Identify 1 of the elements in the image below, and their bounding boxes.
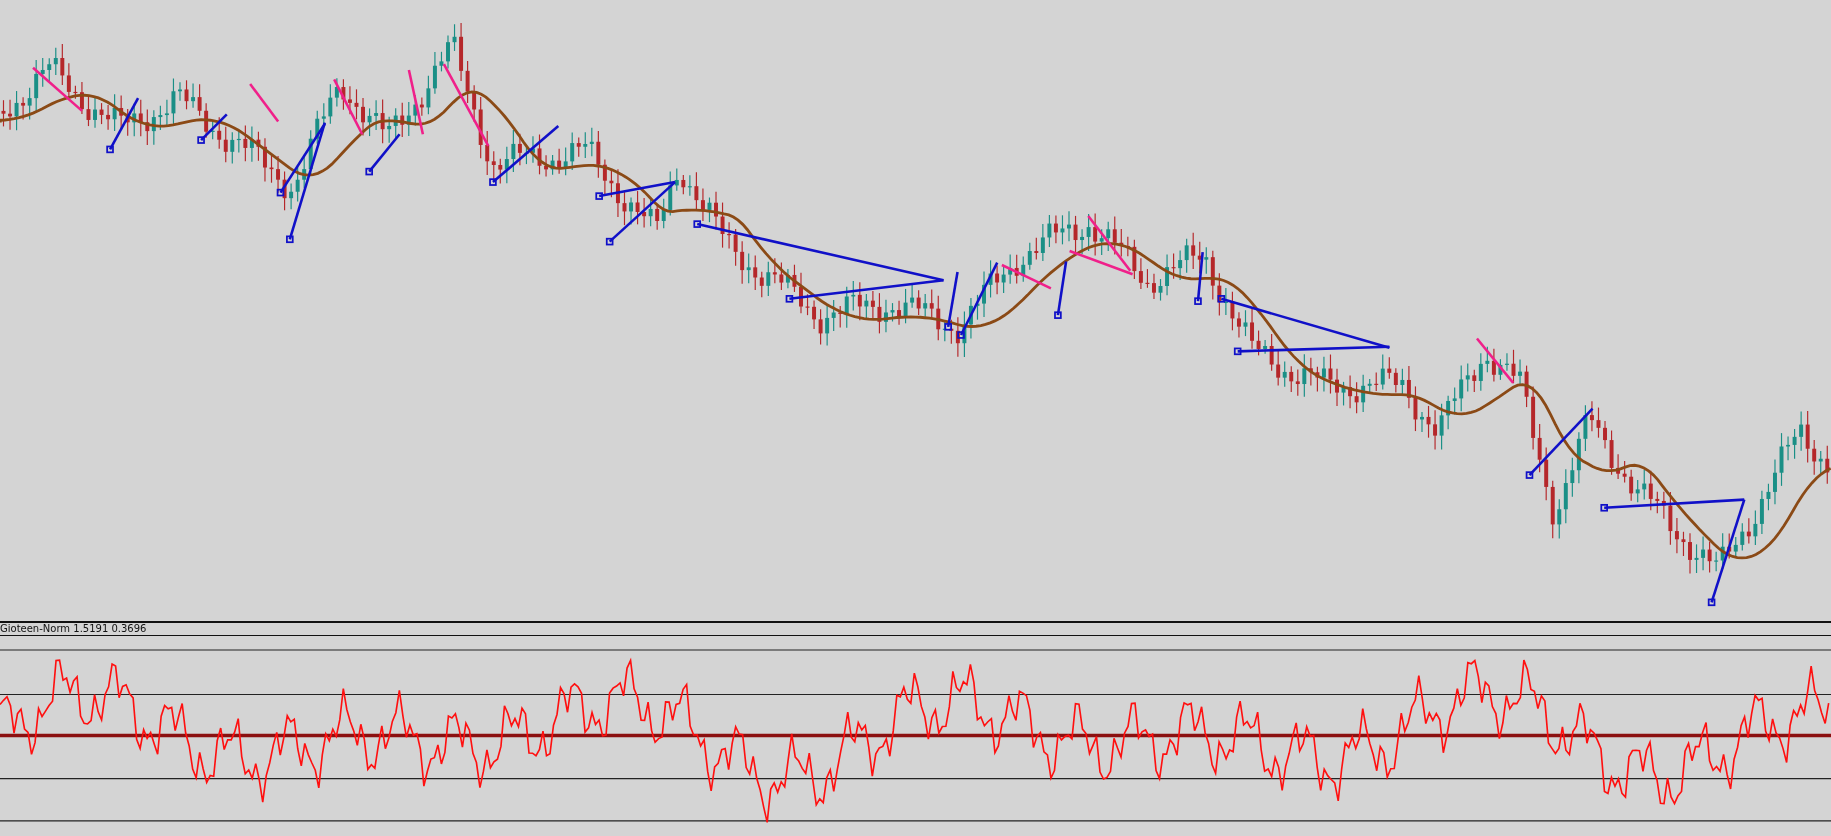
indicator-label: Gioteen-Norm 1.5191 0.3696 <box>0 623 147 635</box>
